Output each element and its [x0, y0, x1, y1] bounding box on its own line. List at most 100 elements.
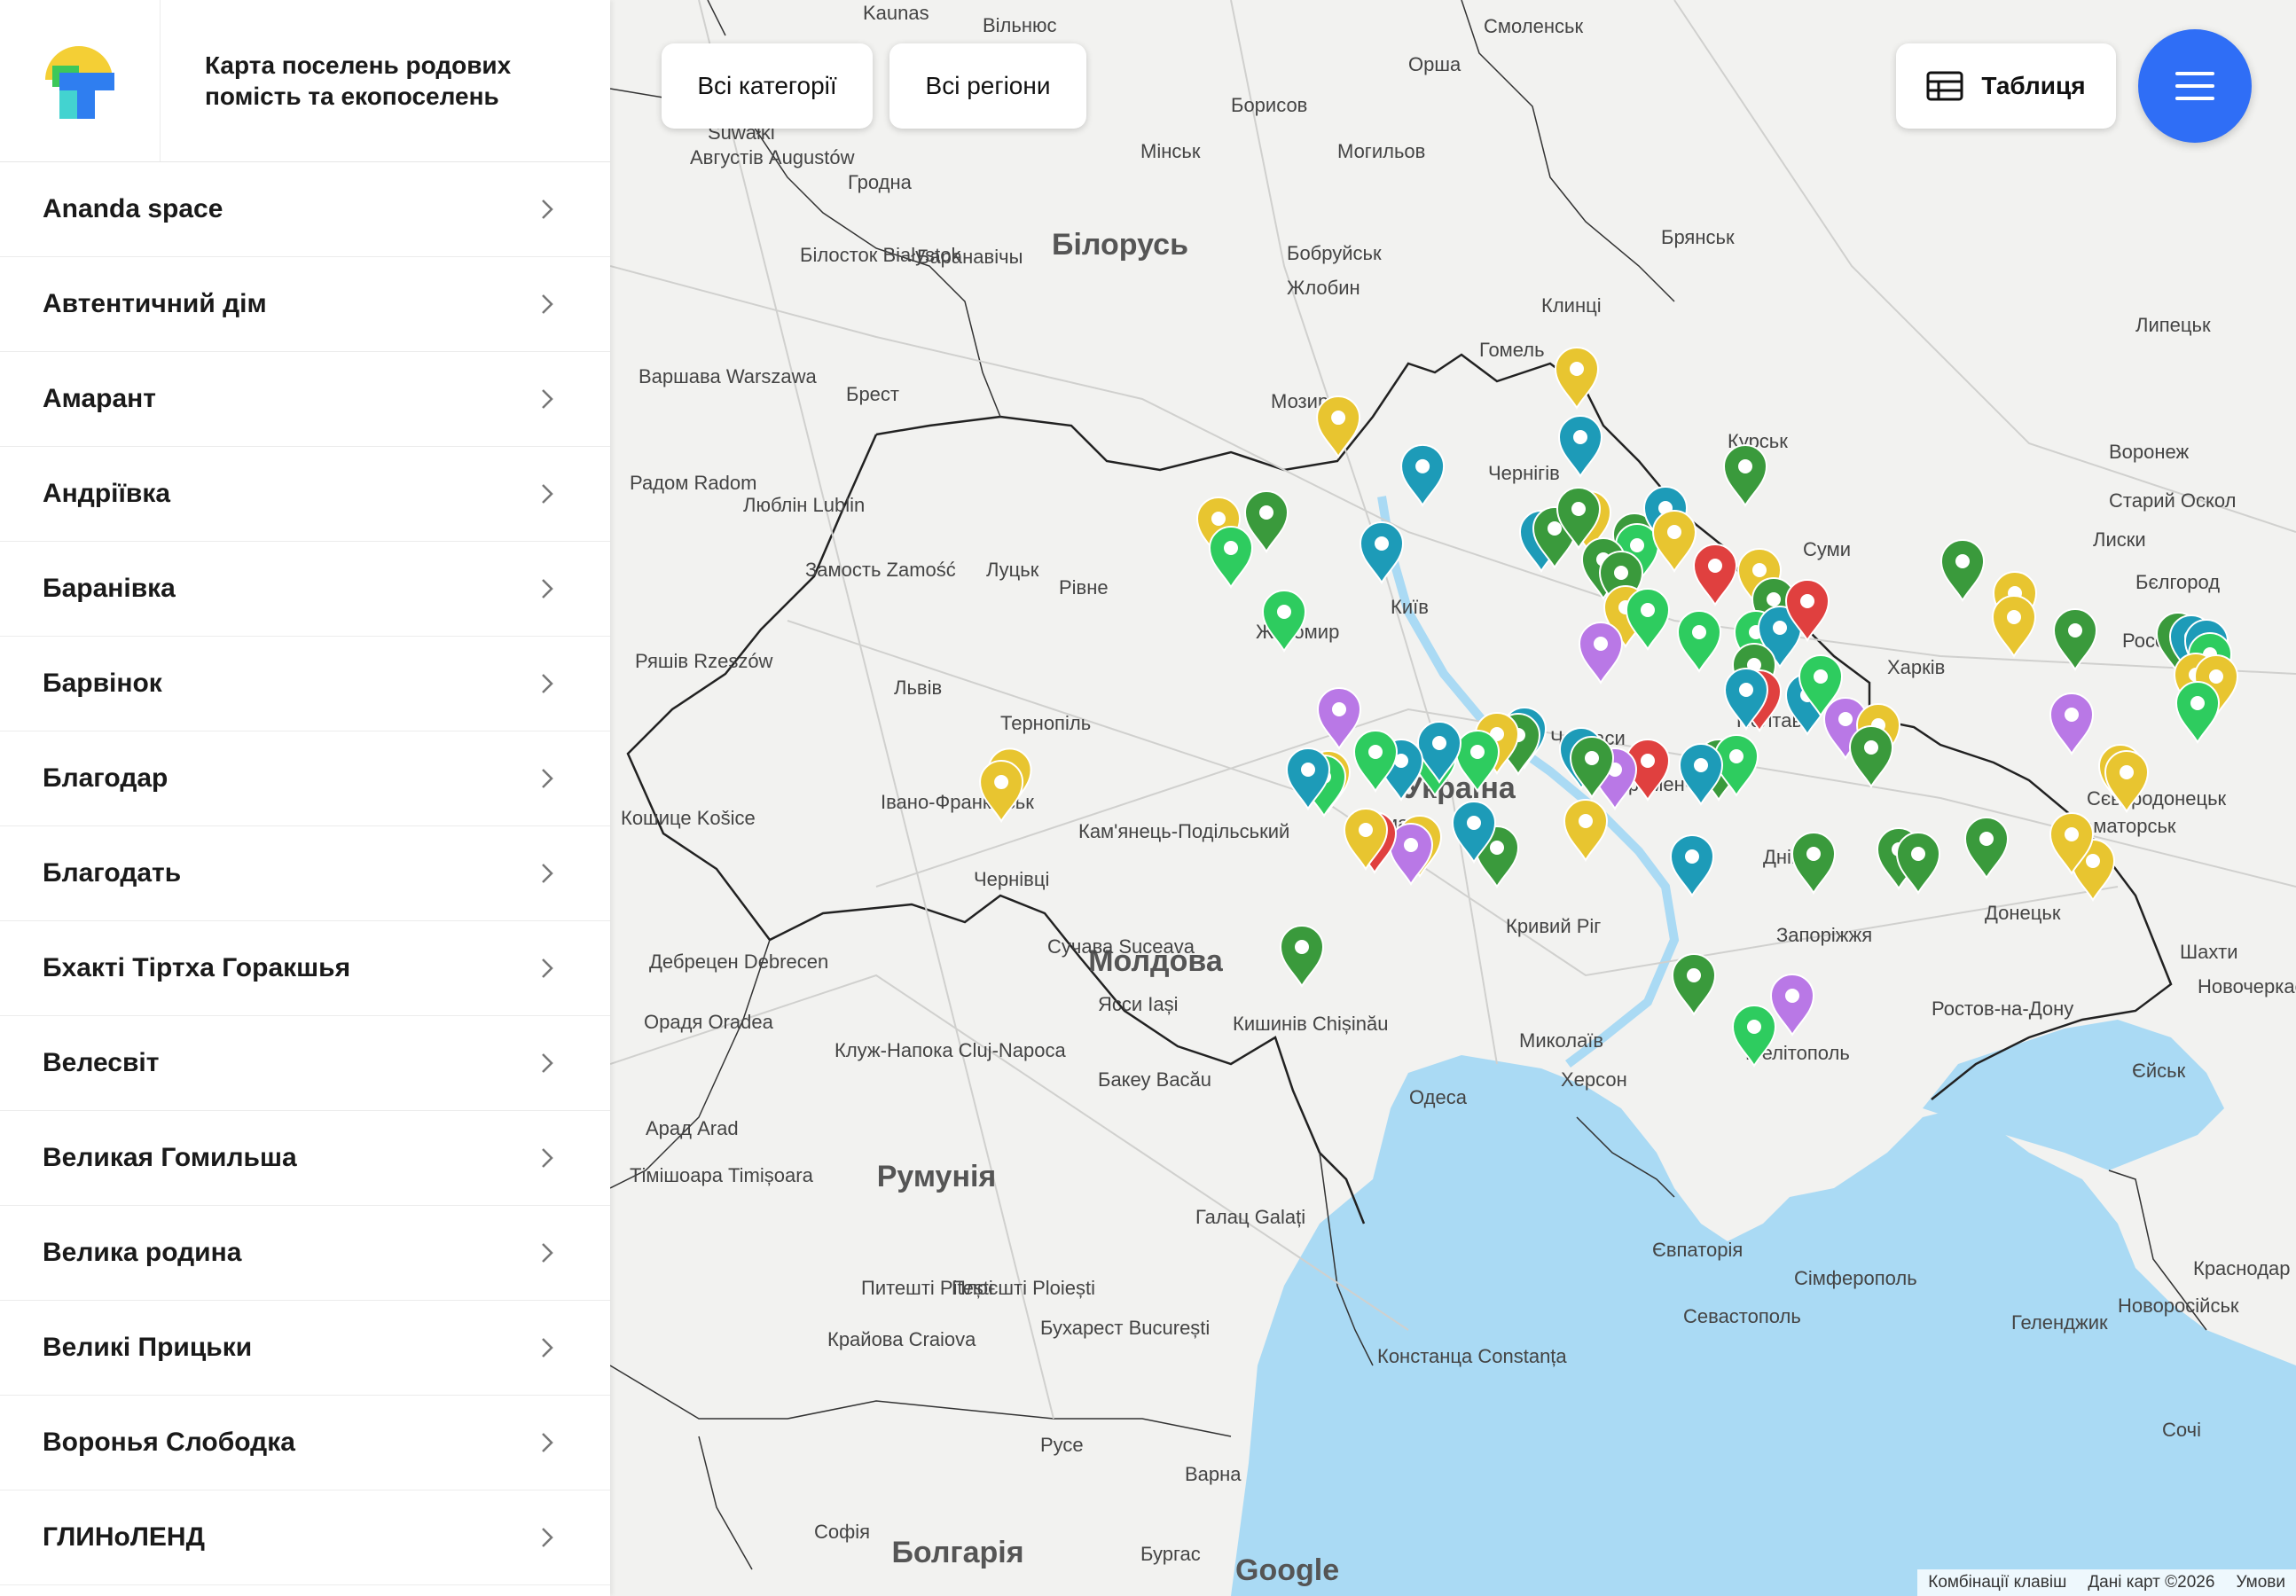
city-label: Сімферополь — [1794, 1267, 1917, 1289]
chevron-right-icon — [542, 1528, 553, 1547]
city-label: Русе — [1040, 1434, 1084, 1456]
pin-center-dot — [1470, 745, 1485, 759]
city-label: Запоріжжя — [1776, 924, 1872, 946]
city-label: Люблін Lublin — [743, 494, 865, 516]
table-view-button[interactable]: Таблиця — [1896, 43, 2116, 129]
city-label: Чернівці — [974, 868, 1049, 890]
city-label: Миколаїв — [1519, 1029, 1603, 1052]
settlement-item-label: Воронья Слободка — [43, 1428, 295, 1457]
settlement-sidebar: Карта поселень родових помість та екопос… — [0, 0, 610, 1596]
city-label: Радом Radom — [630, 472, 756, 494]
city-label: Клуж-Напока Cluj-Napoca — [835, 1039, 1066, 1061]
pin-center-dot — [1301, 763, 1315, 777]
settlement-item[interactable]: Великі Прицьки — [0, 1301, 610, 1396]
pin-center-dot — [1692, 625, 1706, 639]
city-label: Донецьк — [1985, 902, 2061, 924]
pin-center-dot — [1814, 669, 1828, 684]
city-label: Мінськ — [1140, 140, 1201, 162]
settlement-item-label: Благодар — [43, 763, 168, 793]
keyboard-shortcuts-link[interactable]: Комбінації клавіш — [1917, 1569, 2077, 1596]
city-label: Крайова Craiova — [827, 1328, 976, 1350]
settlement-item-label: Баранівка — [43, 574, 176, 603]
pin-center-dot — [1685, 849, 1699, 864]
chevron-right-icon — [542, 769, 553, 788]
pin-center-dot — [1630, 538, 1644, 552]
settlement-item[interactable]: ГЛИНоЛЕНД — [0, 1490, 610, 1585]
city-label: Клинці — [1541, 294, 1602, 317]
city-label: Геленджик — [2011, 1311, 2108, 1334]
map-data-credit[interactable]: Дані карт ©2026 — [2077, 1569, 2225, 1596]
pin-center-dot — [1738, 459, 1752, 473]
chevron-right-icon — [542, 389, 553, 409]
pin-center-dot — [2065, 827, 2079, 841]
settlement-item[interactable]: Благодар — [0, 732, 610, 826]
pin-center-dot — [1224, 541, 1238, 555]
city-label: Тімішоара Timișoara — [630, 1164, 814, 1186]
pin-center-dot — [1594, 637, 1608, 651]
category-filter-button[interactable]: Всі категорії — [662, 43, 873, 129]
region-filter-button[interactable]: Всі регіони — [889, 43, 1086, 129]
chevron-right-icon — [542, 1053, 553, 1073]
chevron-right-icon — [542, 864, 553, 883]
city-label: Софія — [814, 1521, 870, 1543]
city-label: Кошице Košice — [621, 807, 756, 829]
settlement-item-label: Великая Гомильша — [43, 1143, 297, 1172]
city-label: Херсон — [1561, 1068, 1627, 1091]
city-label: Гродна — [848, 171, 913, 193]
settlement-item[interactable]: Амарант — [0, 352, 610, 447]
settlement-item[interactable]: Велесвіт — [0, 1016, 610, 1111]
city-label: Бухарест București — [1040, 1317, 1210, 1339]
pin-center-dot — [1332, 702, 1346, 716]
settlement-list: Ananda space Автентичний дім Амарант Андрії… — [0, 162, 610, 1585]
settlement-item[interactable]: Барвінок — [0, 637, 610, 732]
chevron-right-icon — [542, 1338, 553, 1357]
pin-center-dot — [2120, 765, 2134, 779]
pin-center-dot — [1211, 512, 1226, 526]
settlement-item[interactable]: Благодать — [0, 826, 610, 921]
pin-center-dot — [2086, 854, 2100, 868]
pin-center-dot — [1785, 989, 1799, 1003]
map-svg[interactable]: БілорусьУкраїнаМолдоваРумуніяБолгаріяKau… — [610, 0, 2296, 1596]
city-label: Констанца Constanța — [1377, 1345, 1567, 1367]
pin-center-dot — [1467, 816, 1481, 830]
city-label: Липецьк — [2135, 314, 2211, 336]
city-label: Борисов — [1231, 94, 1307, 116]
settlement-item-label: Андріївка — [43, 479, 171, 508]
chevron-right-icon — [542, 200, 553, 219]
settlement-item[interactable]: Великая Гомильша — [0, 1111, 610, 1206]
pin-center-dot — [1806, 847, 1821, 861]
city-label: Ясси Iași — [1098, 993, 1179, 1015]
pin-center-dot — [1259, 505, 1273, 520]
settlement-item[interactable]: Ananda space — [0, 162, 610, 257]
menu-button[interactable] — [2138, 29, 2252, 143]
settlement-item[interactable]: Баранівка — [0, 542, 610, 637]
pin-center-dot — [1277, 605, 1291, 619]
pin-center-dot — [1614, 566, 1628, 580]
city-label: Кривий Ріг — [1506, 915, 1601, 937]
settlement-item[interactable]: Андріївка — [0, 447, 610, 542]
settlement-item[interactable]: Велика родина — [0, 1206, 610, 1301]
pin-center-dot — [1767, 592, 1781, 606]
city-label: Київ — [1391, 596, 1429, 618]
settlement-item[interactable]: Воронья Слободка — [0, 1396, 610, 1490]
city-label: Севастополь — [1683, 1305, 1801, 1327]
city-label: Ростов-на-Дону — [1932, 998, 2073, 1020]
pin-center-dot — [1752, 563, 1767, 577]
settlement-item-label: Великі Прицьки — [43, 1333, 253, 1362]
city-label: Ряшів Rzeszów — [635, 650, 773, 672]
terms-link[interactable]: Умови — [2225, 1569, 2296, 1596]
settlement-item[interactable]: Бхакті Тіртха Горакшья — [0, 921, 610, 1016]
city-label: Краснодар — [2193, 1257, 2291, 1279]
settlement-item[interactable]: Автентичний дім — [0, 257, 610, 352]
city-label: Кишинів Chișinău — [1233, 1013, 1388, 1035]
pin-center-dot — [2190, 696, 2205, 710]
city-label: Вільнюс — [983, 14, 1057, 36]
pin-center-dot — [1838, 712, 1853, 726]
city-label: Бургас — [1140, 1543, 1201, 1565]
country-label: Болгарія — [891, 1536, 1023, 1569]
country-label: Білорусь — [1052, 228, 1188, 262]
site-logo[interactable] — [0, 0, 161, 161]
table-icon — [1926, 71, 1963, 101]
map-canvas[interactable]: Білорусь Україна Молдова Румунія Болгарія Kau… — [610, 0, 2296, 1596]
pin-center-dot — [1375, 536, 1389, 551]
